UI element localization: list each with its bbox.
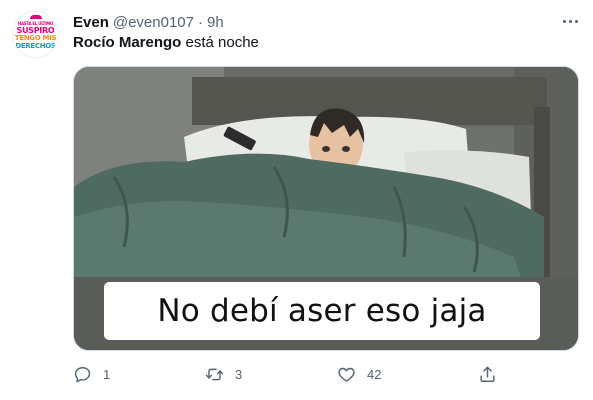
like-count: 42 — [367, 366, 382, 382]
tweet-text-body: está noche — [181, 34, 259, 51]
retweet-icon — [205, 368, 224, 380]
more-dot — [568, 19, 572, 23]
tweet-media[interactable]: No debí aser eso jaja — [73, 66, 579, 351]
author-display-name[interactable]: Even — [73, 14, 109, 31]
share-icon — [480, 366, 495, 382]
tweet-header: Even @even0107 · 9h — [73, 12, 224, 32]
tweet-actions: 1 3 42 — [73, 362, 503, 386]
tweet[interactable]: HASTA EL ULTIMO SUSPIRO TENGO MIS DERECH… — [0, 0, 593, 400]
reply-button[interactable]: 1 — [73, 362, 110, 386]
more-horizontal-icon — [562, 19, 566, 23]
avatar-line-3: TENGO MIS — [14, 34, 57, 42]
avatar-crown-shape — [30, 15, 42, 19]
author-handle[interactable]: @even0107 — [113, 14, 194, 31]
reply-count: 1 — [103, 366, 111, 382]
avatar-line-4: DERECHOS — [15, 42, 56, 50]
share-button[interactable] — [478, 362, 497, 386]
tweet-timestamp[interactable]: 9h — [207, 14, 224, 31]
meme-caption: No debí aser eso jaja — [157, 293, 487, 329]
tweet-text: Rocío Marengo está noche — [73, 34, 259, 51]
like-icon — [338, 367, 355, 382]
retweet-count: 3 — [235, 366, 243, 382]
meme-caption-box: No debí aser eso jaja — [104, 282, 540, 340]
more-options-button[interactable] — [560, 13, 580, 29]
more-dot — [574, 19, 578, 23]
avatar[interactable]: HASTA EL ULTIMO SUSPIRO TENGO MIS DERECH… — [12, 11, 59, 58]
mention-link[interactable]: Rocío Marengo — [73, 34, 181, 51]
reply-icon — [74, 366, 91, 382]
separator-dot: · — [197, 13, 203, 31]
retweet-button[interactable]: 3 — [205, 362, 242, 386]
like-button[interactable]: 42 — [337, 362, 381, 386]
